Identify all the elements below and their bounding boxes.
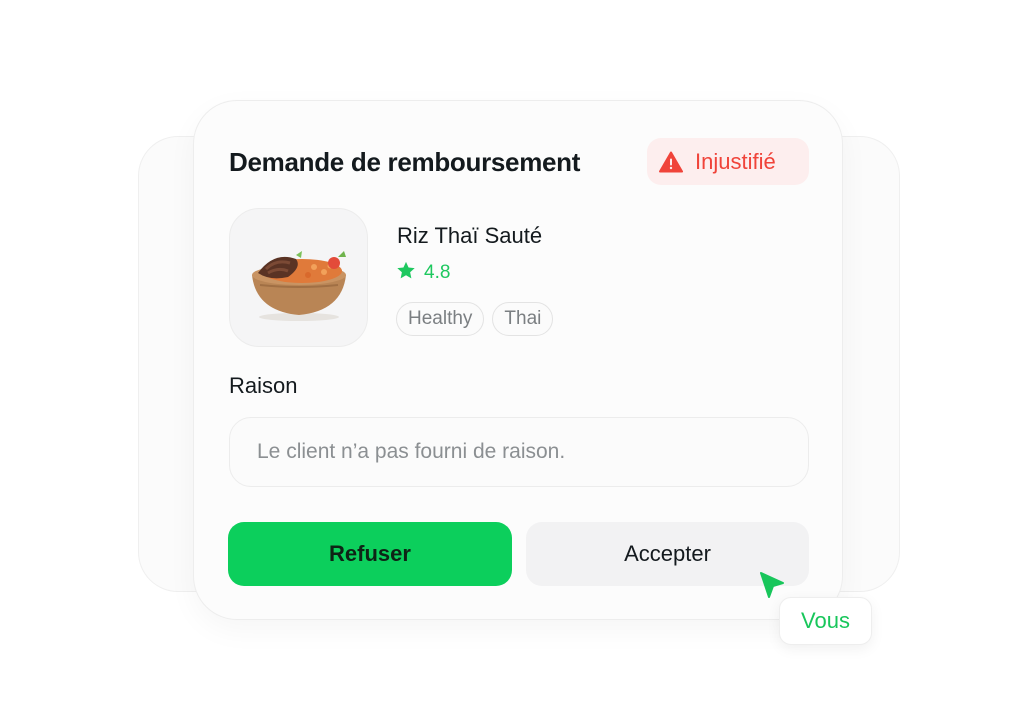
reason-field: Le client n’a pas fourni de raison. [229,417,809,487]
refund-request-card: Demande de remboursement Injustifié Riz … [193,100,843,620]
pointer-cursor-icon [759,571,785,604]
star-icon [396,261,416,285]
warning-icon [659,151,683,173]
user-cursor-label: Vous [779,597,872,645]
dish-name: Riz Thaï Sauté [397,223,543,248]
dish-image [229,208,368,347]
status-badge-label: Injustifié [695,148,776,174]
tag-healthy: Healthy [396,302,485,336]
rating-value: 4.8 [424,262,451,283]
reason-label: Raison [229,373,298,398]
card-title: Demande de remboursement [229,147,581,177]
tag-thai: Thai [492,302,554,336]
dish-rating: 4.8 [396,261,450,285]
refuse-button[interactable]: Refuser [228,522,512,586]
reason-text: Le client n’a pas fourni de raison. [257,440,566,463]
refund-illustration: Demande de remboursement Injustifié Riz … [0,0,1036,721]
dish-tags: Healthy Thai [396,302,554,336]
status-badge: Injustifié [647,138,809,185]
